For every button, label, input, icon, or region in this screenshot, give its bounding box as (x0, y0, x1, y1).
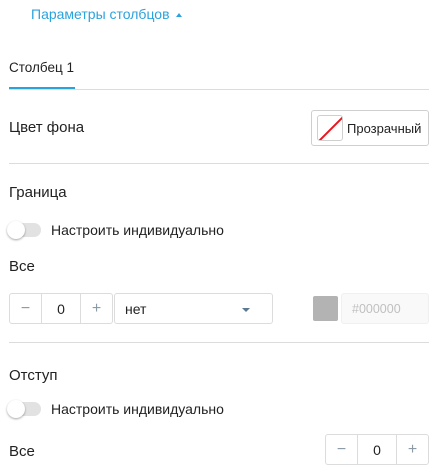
border-individual-label: Настроить индивидуально (51, 222, 224, 238)
padding-stepper[interactable]: − 0 + (325, 434, 429, 465)
chevron-down-icon (242, 308, 250, 312)
border-width-stepper[interactable]: − 0 + (9, 293, 113, 324)
border-style-value: нет (125, 300, 147, 317)
background-color-value: Прозрачный (347, 120, 422, 136)
border-width-decrement-button[interactable]: − (10, 294, 41, 323)
border-color-swatch[interactable] (313, 296, 338, 321)
background-color-label: Цвет фона (9, 119, 85, 136)
border-color-input[interactable] (341, 293, 429, 324)
border-individual-toggle[interactable] (7, 221, 41, 239)
padding-all-label: Все (9, 443, 35, 460)
caret-up-icon (175, 12, 182, 17)
tabs-divider (9, 89, 429, 90)
padding-decrement-button[interactable]: − (326, 435, 357, 464)
column-settings-toggle[interactable]: Параметры столбцов (31, 4, 182, 24)
padding-title: Отступ (9, 367, 58, 384)
padding-individual-toggle[interactable] (7, 400, 41, 418)
toggle-knob (7, 221, 25, 239)
section-divider (9, 342, 429, 343)
padding-individual-label: Настроить индивидуально (51, 401, 224, 417)
border-width-increment-button[interactable]: + (81, 294, 112, 323)
border-all-label: Все (9, 258, 35, 275)
border-title: Граница (9, 184, 67, 201)
padding-value[interactable]: 0 (357, 435, 397, 464)
column-settings-label: Параметры столбцов (31, 6, 170, 22)
border-style-select[interactable]: нет (114, 293, 273, 324)
tab-column-1[interactable]: Столбец 1 (9, 60, 74, 75)
padding-increment-button[interactable]: + (397, 435, 428, 464)
background-color-button[interactable]: Прозрачный (311, 110, 429, 146)
toggle-knob (7, 400, 25, 418)
border-width-value[interactable]: 0 (41, 294, 81, 323)
transparent-swatch-icon (317, 115, 343, 141)
section-divider (9, 163, 429, 164)
